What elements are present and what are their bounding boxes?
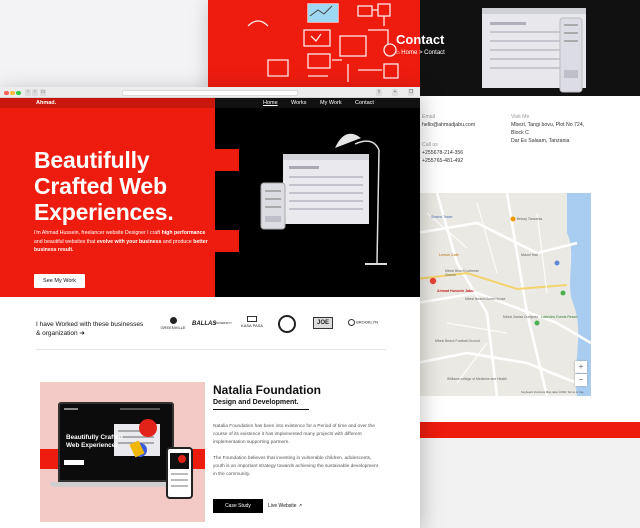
- contact-footer-red-band: [416, 422, 640, 438]
- hero-red-notch: [215, 149, 239, 171]
- client-logo-university: UNIVERSITY: [214, 321, 233, 325]
- hero-red-notch: [215, 230, 239, 252]
- share-icon[interactable]: ⇧: [376, 89, 382, 96]
- client-logo-kasa-pasa: KASA PASA: [238, 316, 266, 328]
- nav-item-my-work[interactable]: My Work: [320, 100, 342, 106]
- client-logo-text: KASA PASA: [241, 323, 263, 328]
- see-my-work-button[interactable]: See My Work: [34, 274, 85, 288]
- map-label: Williams college of Medicine and Health: [447, 377, 507, 381]
- address-line-2: Block C: [511, 130, 529, 136]
- section-divider: [36, 349, 386, 350]
- google-map[interactable]: Shams Tower Bnkay Tanzania Maoni Hall Le…: [417, 193, 591, 396]
- live-website-link[interactable]: Live Website ↗: [268, 503, 302, 509]
- project-subtitle: Design and Development.: [213, 399, 299, 406]
- brand-logo[interactable]: Ahmad.: [36, 100, 56, 106]
- home-page-window: ‹ › ▭ ⇧ + ❐ Ahmad. Home Works My Work Co…: [0, 87, 420, 528]
- map-label: Shams Tower: [431, 215, 453, 219]
- navbar-dark-section: [215, 98, 420, 108]
- tabs-icon[interactable]: +: [392, 89, 398, 96]
- maximize-dot[interactable]: [16, 90, 21, 95]
- map-label: Mbezi Zaniza Dumpukt: [503, 315, 538, 319]
- minimize-dot[interactable]: [10, 90, 15, 95]
- contact-footer-area: [416, 438, 640, 528]
- clients-title: I have Worked with these businesses & or…: [36, 321, 144, 337]
- back-icon[interactable]: ‹: [25, 89, 31, 96]
- intro-text: and beautiful websites that: [34, 238, 97, 245]
- contact-hero-black-panel: [420, 0, 640, 96]
- client-logo-greenville: GREENVILLE: [160, 317, 186, 330]
- forward-icon[interactable]: ›: [32, 89, 38, 96]
- phone-mockup: [166, 447, 193, 499]
- browser-toolbar: ‹ › ▭ ⇧ + ❐: [0, 87, 420, 98]
- address-line-3: Dar Es Salaam, Tanzania: [511, 138, 570, 144]
- map-label: Lemon Cafe: [439, 253, 459, 257]
- client-logo-text: BROOKLYN: [356, 319, 379, 325]
- email-value[interactable]: hello@ahmadjabu.com: [422, 122, 475, 130]
- sidebar-icon[interactable]: ▭: [40, 89, 46, 96]
- nav-item-home[interactable]: Home: [263, 100, 278, 106]
- intro-text: and produce: [161, 238, 194, 245]
- contact-hero-illustration: [208, 0, 420, 96]
- visit-label: Visit Me: [511, 114, 530, 120]
- hero-black-panel: [215, 108, 420, 297]
- nav-item-contact[interactable]: Contact: [355, 100, 374, 106]
- breadcrumb: ⌂ Home > Contact: [396, 50, 445, 56]
- map-zoom-out[interactable]: −: [575, 374, 587, 386]
- tab-overview-icon[interactable]: ❐: [408, 89, 414, 96]
- contact-hero: [208, 0, 640, 96]
- hero-intro: I'm Ahmad Hussein, freelancer website De…: [34, 229, 210, 255]
- map-label-pin: Ahmad Hussein Jabu: [437, 289, 474, 293]
- map-footer: Keyboard shortcuts Map data ©2021 Terms …: [521, 390, 584, 394]
- map-label: Mbezi Beach Lutheran Church: [445, 269, 479, 277]
- intro-emphasis: evolve with your business: [96, 238, 162, 245]
- client-logo-text: GREENVILLE: [160, 325, 186, 330]
- close-dot[interactable]: [4, 90, 9, 95]
- project-title: Natalia Foundation: [213, 383, 321, 397]
- intro-emphasis: high performance: [161, 230, 206, 236]
- address-line-1: Mbezi, Tangi bovu, Plot No 724,: [511, 122, 585, 128]
- map-label: Bnkay Tanzania: [517, 217, 543, 221]
- map-label: Mbezi Beach Guest House: [465, 297, 506, 301]
- live-website-label: Live Website: [268, 503, 297, 509]
- hero-headline: Beautifully Crafted Web Experiences.: [34, 147, 174, 225]
- project-description-1: Natalia Foundation has been into existen…: [213, 424, 375, 446]
- client-logo-brooklyn: BROOKLYN: [346, 319, 380, 326]
- case-study-button[interactable]: Case Study: [213, 499, 263, 513]
- project-description-2: The Foundation believes that investing i…: [213, 456, 379, 478]
- contact-title: Contact: [396, 32, 445, 47]
- breadcrumb-text: Home > Contact: [401, 50, 445, 56]
- client-logo-seal: [278, 315, 296, 333]
- email-label: Email: [422, 114, 435, 120]
- nav-item-works[interactable]: Works: [291, 100, 306, 106]
- external-link-icon: ↗: [297, 503, 303, 509]
- workspace-illustration: [260, 133, 387, 265]
- laptop-base: [50, 482, 184, 487]
- phone-2[interactable]: +255765-481-492: [422, 158, 463, 166]
- phone-1[interactable]: +255678-214-356: [422, 150, 463, 158]
- subtitle-underline: [213, 409, 309, 410]
- map-label: Lakeview Events Resort: [541, 315, 578, 319]
- intro-text: I'm Ahmad Hussein, freelancer website De…: [34, 230, 162, 236]
- address-bar[interactable]: [122, 89, 298, 96]
- client-logo-joe: JOE: [313, 317, 333, 329]
- map-zoom-in[interactable]: +: [575, 361, 587, 373]
- home-icon: ⌂: [396, 50, 400, 56]
- laptop-headline: Beautifully Crafted Web Experience.: [66, 434, 123, 449]
- call-label: Call us: [422, 142, 438, 148]
- map-label: Maoni Hall: [521, 253, 538, 257]
- client-logo-ballas: BALLAS: [192, 321, 217, 327]
- map-label: Mbezi Beach Football Ground: [435, 339, 480, 343]
- site-navbar: Ahmad. Home Works My Work Contact: [0, 98, 420, 108]
